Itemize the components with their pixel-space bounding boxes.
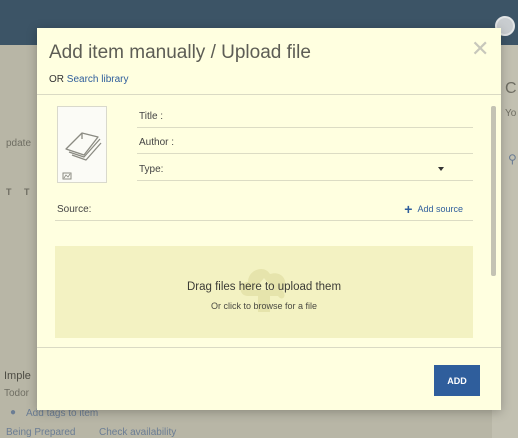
header-divider — [37, 94, 501, 95]
dropzone-browse-text[interactable]: Or click to browse for a file — [55, 301, 473, 311]
bg-check-availability-link: Check availability — [99, 427, 177, 438]
author-label: Author : — [139, 137, 175, 148]
file-dropzone[interactable]: Drag files here to upload them Or click … — [55, 246, 473, 338]
book-icon — [62, 132, 102, 180]
bg-item-title: Imple — [4, 370, 31, 382]
close-icon[interactable]: ✕ — [471, 38, 489, 60]
source-label: Source: — [57, 204, 92, 215]
dropdown-caret-icon — [438, 167, 444, 171]
dropzone-main-text: Drag files here to upload them — [186, 281, 342, 293]
bg-update-text: pdate — [6, 138, 32, 149]
bg-search-icon: ⚲ — [508, 152, 517, 166]
plus-icon: + — [404, 201, 413, 217]
or-text: OR — [49, 74, 64, 85]
source-row: Source: + Add source — [55, 199, 473, 221]
add-source-button[interactable]: + Add source — [404, 201, 463, 217]
add-source-label: Add source — [417, 204, 463, 214]
bg-marker-text: T T — [6, 187, 30, 197]
tag-icon: ● — [10, 407, 17, 418]
search-library-link[interactable]: Search library — [67, 74, 129, 85]
title-field[interactable]: Title : — [137, 106, 473, 128]
cover-thumbnail[interactable] — [57, 106, 107, 183]
add-item-modal: Add item manually / Upload file ✕ OR Sea… — [37, 28, 501, 410]
footer-divider — [37, 347, 501, 348]
bg-right-heading: C — [505, 80, 517, 97]
add-button[interactable]: ADD — [434, 365, 480, 396]
bg-status-text: Being Prepared — [6, 427, 76, 438]
search-library-line: OR Search library — [49, 74, 128, 85]
title-label: Title : — [139, 111, 164, 122]
modal-title: Add item manually / Upload file — [49, 42, 311, 63]
bg-item-author: Todor — [4, 388, 30, 399]
modal-scrollbar[interactable] — [491, 106, 496, 276]
bg-right-subtext: Yo — [505, 108, 517, 119]
author-field[interactable]: Author : — [137, 132, 473, 154]
type-select[interactable]: Type: — [137, 159, 473, 181]
type-label: Type: — [139, 164, 164, 175]
modal-body: Title : Author : Type: Source: + Add sour… — [37, 96, 501, 347]
